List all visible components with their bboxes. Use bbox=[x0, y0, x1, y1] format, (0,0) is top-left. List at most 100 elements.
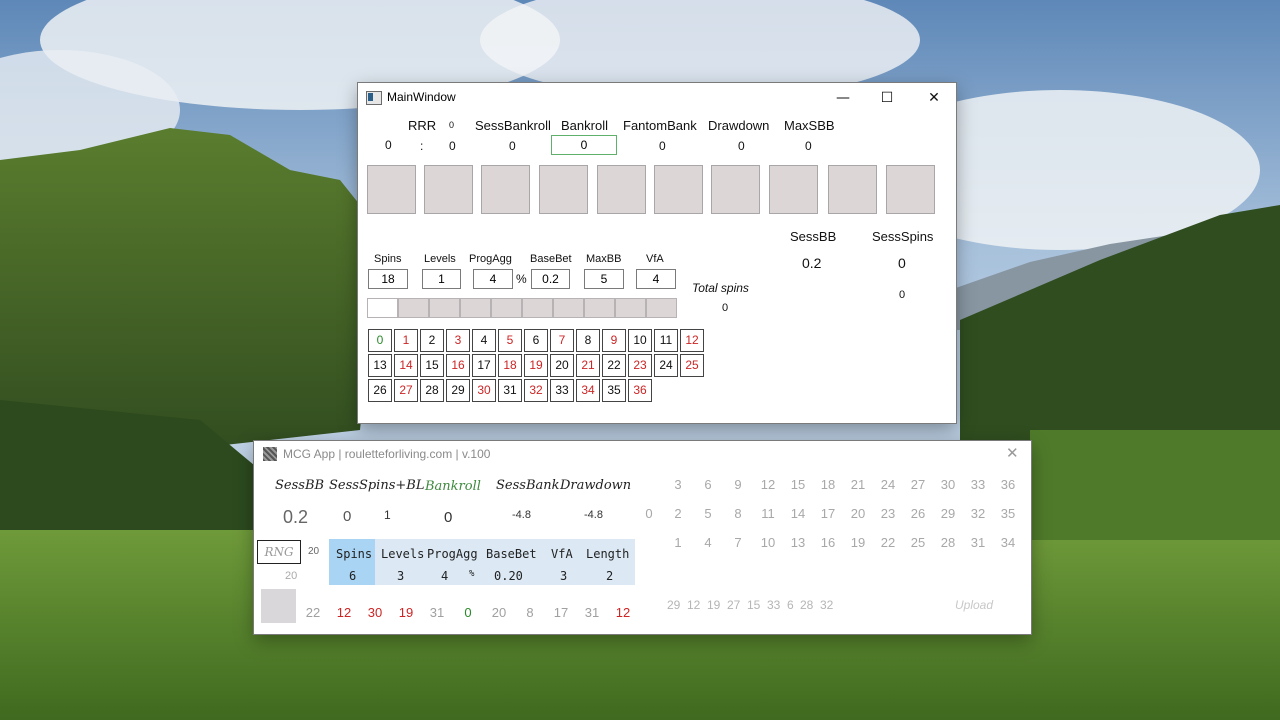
number-cell[interactable]: 28 bbox=[420, 379, 444, 402]
number-cell[interactable]: 8 bbox=[576, 329, 600, 352]
layout-number[interactable]: 26 bbox=[907, 506, 929, 521]
layout-number[interactable]: 32 bbox=[967, 506, 989, 521]
rng-button[interactable]: RNG bbox=[257, 540, 301, 564]
layout-number[interactable]: 15 bbox=[787, 477, 809, 492]
number-cell[interactable]: 14 bbox=[394, 354, 418, 377]
slot-box[interactable] bbox=[886, 165, 935, 214]
number-cell[interactable]: 10 bbox=[628, 329, 652, 352]
slot-box[interactable] bbox=[828, 165, 877, 214]
number-cell[interactable]: 25 bbox=[680, 354, 704, 377]
progagg-input[interactable]: 4 bbox=[473, 269, 513, 289]
levels-input[interactable]: 1 bbox=[422, 269, 461, 289]
layout-number[interactable]: 11 bbox=[757, 506, 779, 521]
number-cell[interactable]: 35 bbox=[602, 379, 626, 402]
number-cell[interactable]: 22 bbox=[602, 354, 626, 377]
slot-box[interactable] bbox=[711, 165, 760, 214]
layout-number[interactable]: 33 bbox=[967, 477, 989, 492]
layout-number[interactable]: 16 bbox=[817, 535, 839, 550]
bankroll-field[interactable]: 0 bbox=[551, 135, 617, 155]
number-cell[interactable]: 31 bbox=[498, 379, 522, 402]
layout-number[interactable]: 9 bbox=[727, 477, 749, 492]
layout-number[interactable]: 12 bbox=[757, 477, 779, 492]
number-cell[interactable]: 13 bbox=[368, 354, 392, 377]
number-cell[interactable]: 19 bbox=[524, 354, 548, 377]
layout-number[interactable]: 2 bbox=[667, 506, 689, 521]
layout-number[interactable]: 28 bbox=[937, 535, 959, 550]
number-cell[interactable]: 5 bbox=[498, 329, 522, 352]
number-cell[interactable]: 15 bbox=[420, 354, 444, 377]
number-cell[interactable]: 0 bbox=[368, 329, 392, 352]
sequence-number: 12 bbox=[687, 598, 701, 612]
number-cell[interactable]: 16 bbox=[446, 354, 470, 377]
layout-number[interactable]: 30 bbox=[937, 477, 959, 492]
maximize-button[interactable]: ☐ bbox=[864, 83, 910, 113]
slot-box[interactable] bbox=[769, 165, 818, 214]
number-cell[interactable]: 20 bbox=[550, 354, 574, 377]
history-number: 17 bbox=[553, 605, 569, 620]
layout-number[interactable]: 14 bbox=[787, 506, 809, 521]
slot-box[interactable] bbox=[481, 165, 530, 214]
number-cell[interactable]: 18 bbox=[498, 354, 522, 377]
number-cell[interactable]: 27 bbox=[394, 379, 418, 402]
slot-box[interactable] bbox=[367, 165, 416, 214]
basebet-input[interactable]: 0.2 bbox=[531, 269, 570, 289]
layout-number[interactable]: 3 bbox=[667, 477, 689, 492]
layout-number[interactable]: 23 bbox=[877, 506, 899, 521]
number-cell[interactable]: 33 bbox=[550, 379, 574, 402]
slot-box[interactable] bbox=[654, 165, 703, 214]
number-cell[interactable]: 26 bbox=[368, 379, 392, 402]
number-cell[interactable]: 24 bbox=[654, 354, 678, 377]
layout-number[interactable]: 22 bbox=[877, 535, 899, 550]
number-cell[interactable]: 21 bbox=[576, 354, 600, 377]
layout-number[interactable]: 4 bbox=[697, 535, 719, 550]
number-cell[interactable]: 1 bbox=[394, 329, 418, 352]
layout-number[interactable]: 20 bbox=[847, 506, 869, 521]
minimize-button[interactable]: — bbox=[820, 83, 866, 113]
slot-box[interactable] bbox=[539, 165, 588, 214]
layout-number[interactable]: 29 bbox=[937, 506, 959, 521]
layout-number[interactable]: 1 bbox=[667, 535, 689, 550]
layout-number[interactable]: 24 bbox=[877, 477, 899, 492]
number-cell[interactable]: 11 bbox=[654, 329, 678, 352]
layout-number[interactable]: 8 bbox=[727, 506, 749, 521]
number-cell[interactable]: 29 bbox=[446, 379, 470, 402]
number-cell[interactable]: 34 bbox=[576, 379, 600, 402]
close-icon[interactable]: ✕ bbox=[1006, 444, 1019, 462]
layout-number[interactable]: 27 bbox=[907, 477, 929, 492]
number-cell[interactable]: 2 bbox=[420, 329, 444, 352]
number-cell[interactable]: 32 bbox=[524, 379, 548, 402]
vfa-input[interactable]: 4 bbox=[636, 269, 676, 289]
number-cell[interactable]: 23 bbox=[628, 354, 652, 377]
layout-number[interactable]: 13 bbox=[787, 535, 809, 550]
layout-number[interactable]: 25 bbox=[907, 535, 929, 550]
number-cell[interactable]: 4 bbox=[472, 329, 496, 352]
layout-number[interactable]: 36 bbox=[997, 477, 1019, 492]
spins-input[interactable]: 18 bbox=[368, 269, 408, 289]
number-cell[interactable]: 30 bbox=[472, 379, 496, 402]
upload-button[interactable]: Upload bbox=[955, 598, 993, 612]
layout-number[interactable]: 31 bbox=[967, 535, 989, 550]
number-cell[interactable]: 6 bbox=[524, 329, 548, 352]
close-button[interactable]: ✕ bbox=[911, 83, 957, 113]
layout-number[interactable]: 35 bbox=[997, 506, 1019, 521]
slot-box[interactable] bbox=[424, 165, 473, 214]
number-cell[interactable]: 36 bbox=[628, 379, 652, 402]
layout-number[interactable]: 6 bbox=[697, 477, 719, 492]
slot-box[interactable] bbox=[597, 165, 646, 214]
layout-number[interactable]: 34 bbox=[997, 535, 1019, 550]
layout-number[interactable]: 10 bbox=[757, 535, 779, 550]
number-cell[interactable]: 12 bbox=[680, 329, 704, 352]
number-cell[interactable]: 9 bbox=[602, 329, 626, 352]
layout-number[interactable]: 19 bbox=[847, 535, 869, 550]
number-cell[interactable]: 7 bbox=[550, 329, 574, 352]
layout-number[interactable]: 7 bbox=[727, 535, 749, 550]
layout-number[interactable]: 21 bbox=[847, 477, 869, 492]
number-cell[interactable]: 3 bbox=[446, 329, 470, 352]
layout-number[interactable]: 18 bbox=[817, 477, 839, 492]
zero-number[interactable]: 0 bbox=[638, 506, 660, 521]
title-bar[interactable]: MainWindow — ☐ ✕ bbox=[358, 83, 956, 113]
layout-number[interactable]: 5 bbox=[697, 506, 719, 521]
layout-number[interactable]: 17 bbox=[817, 506, 839, 521]
number-cell[interactable]: 17 bbox=[472, 354, 496, 377]
maxbb-input[interactable]: 5 bbox=[584, 269, 624, 289]
